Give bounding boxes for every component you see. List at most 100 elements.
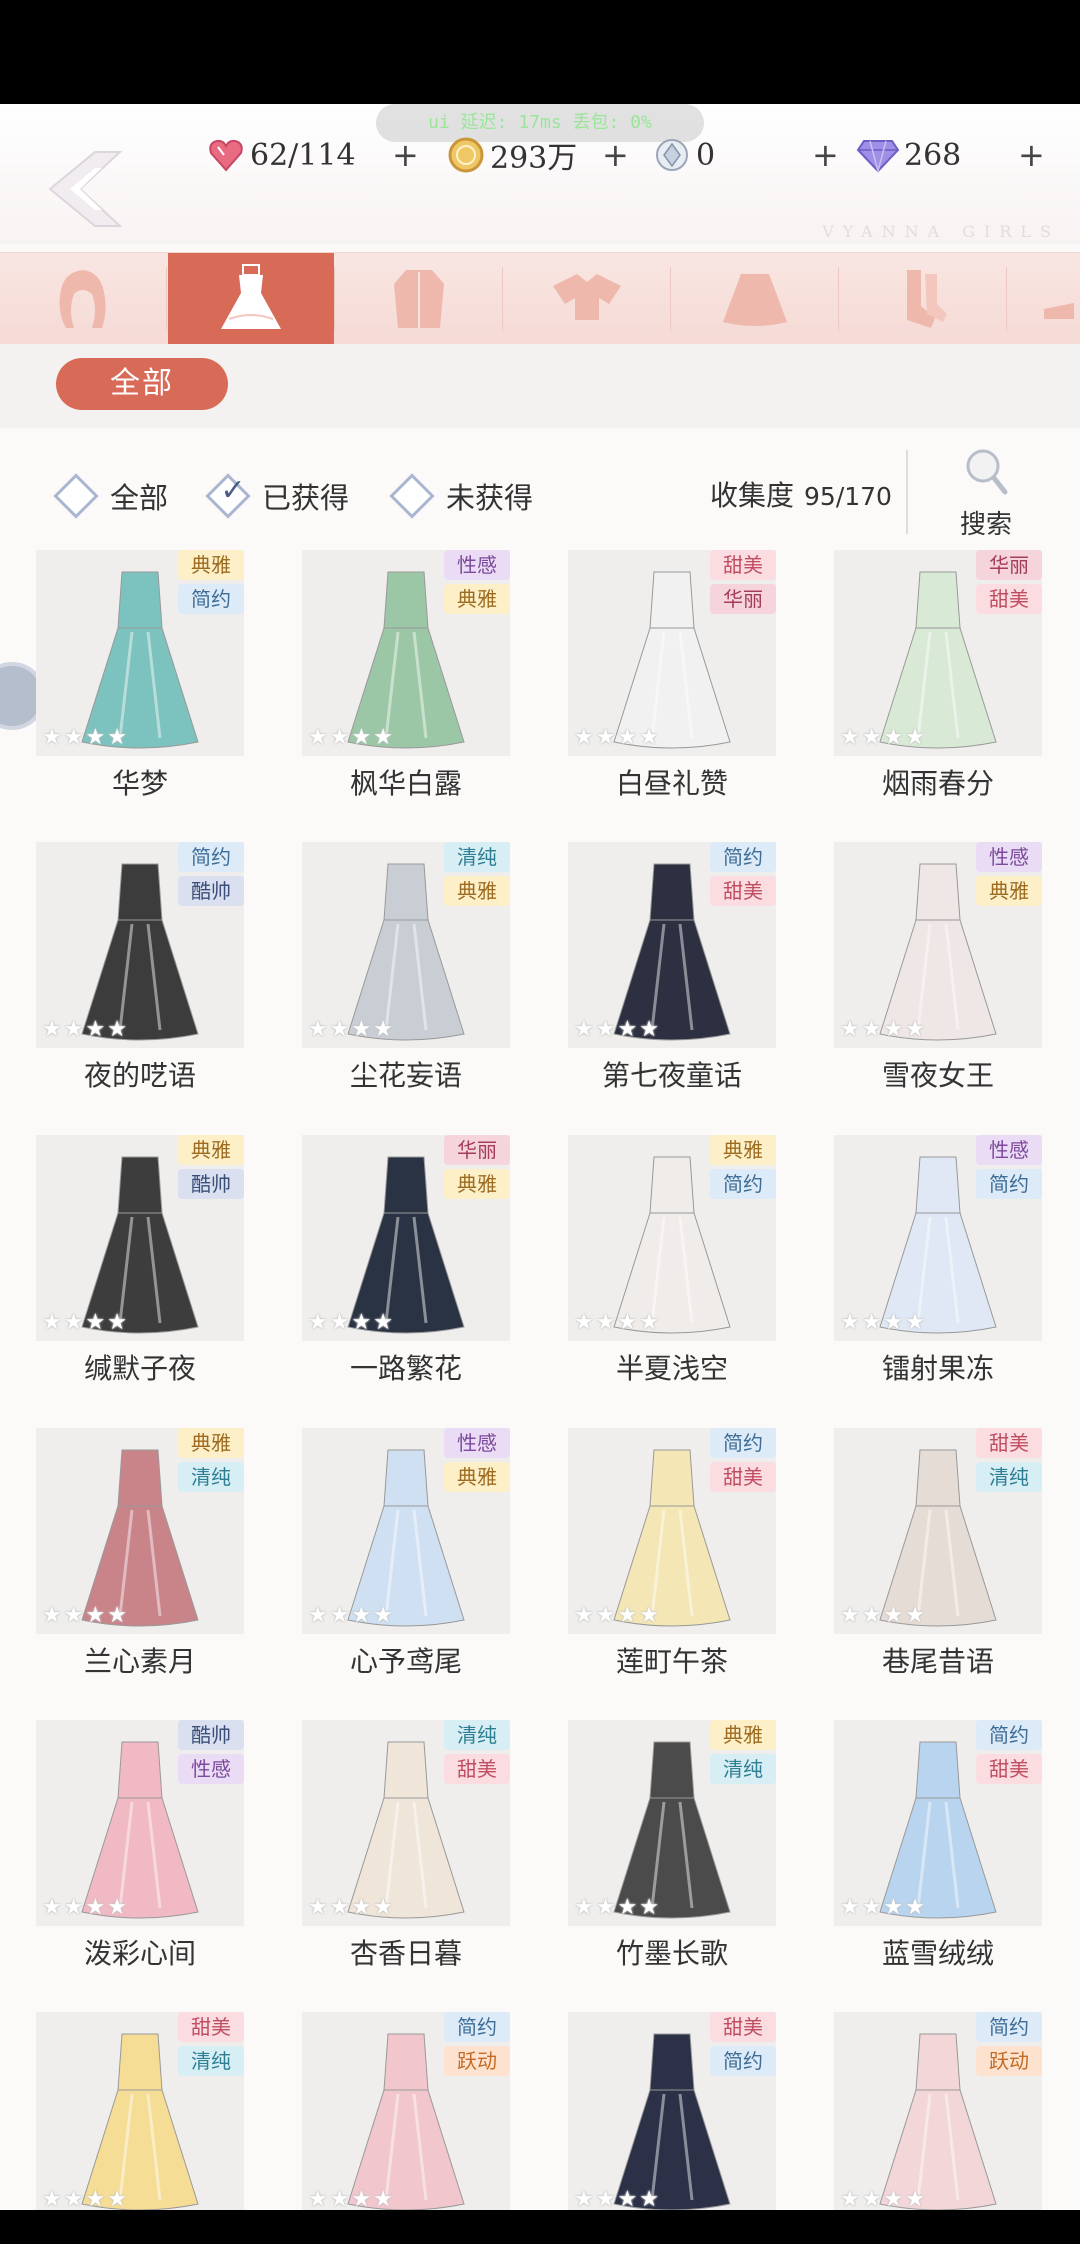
outfit-card[interactable]: 甜美 清纯 ★ ★ ★ ★	[36, 2012, 302, 2210]
star-icon: ★	[42, 725, 62, 750]
outfit-name: 第七夜童话	[601, 1059, 742, 1092]
filter-obtained[interactable]: ✓ 已获得	[205, 466, 349, 526]
search-button[interactable]: 搜索	[946, 444, 1026, 544]
star-icon: ★	[308, 2187, 328, 2210]
star-icon: ★	[329, 725, 350, 750]
coat-icon	[394, 270, 444, 328]
tab-socks[interactable]	[840, 253, 1006, 345]
outfit-thumbnail: 简约 酷帅 ★ ★ ★ ★	[36, 842, 244, 1048]
outfit-card[interactable]: 性感 典雅 ★ ★ ★ ★ 心予鸢尾	[302, 1428, 568, 1694]
heart-gem-icon	[209, 139, 243, 172]
radio-diamond-icon	[389, 473, 435, 519]
star-icon: ★	[373, 1603, 393, 1628]
star-icon: ★	[329, 2187, 350, 2210]
rarity-stars: ★ ★ ★ ★	[840, 1017, 927, 1042]
star-icon: ★	[595, 2187, 616, 2210]
outfit-card[interactable]: 甜美 清纯 ★ ★ ★ ★ 巷尾昔语	[834, 1428, 1080, 1694]
star-icon: ★	[617, 2187, 638, 2210]
style-tag: 典雅	[178, 1135, 244, 1165]
outfit-card[interactable]: 简约 甜美 ★ ★ ★ ★ 第七夜童话	[568, 842, 834, 1108]
star-icon: ★	[840, 1017, 860, 1042]
outfit-card[interactable]: 简约 甜美 ★ ★ ★ ★ 蓝雪绒绒	[834, 1720, 1080, 1986]
outfit-card[interactable]: 性感 典雅 ★ ★ ★ ★ 枫华白露	[302, 550, 568, 816]
style-tag: 甜美	[710, 876, 776, 906]
style-tag: 简约	[710, 2046, 776, 2076]
rarity-stars: ★ ★ ★ ★	[574, 1310, 661, 1335]
style-tag: 典雅	[710, 1135, 776, 1165]
style-tag: 甜美	[710, 550, 776, 580]
outfit-name: 蓝雪绒绒	[881, 1937, 994, 1970]
outfit-name: 一路繁花	[349, 1352, 462, 1385]
stamina-counter: 62/114	[206, 130, 356, 180]
outfit-card[interactable]: 典雅 简约 ★ ★ ★ ★ 华梦	[36, 550, 302, 816]
filter-unobtained[interactable]: 未获得	[389, 466, 533, 526]
dress-icon	[221, 264, 281, 329]
outfit-name: 雪夜女王	[881, 1059, 994, 1092]
skirt-icon	[723, 274, 787, 326]
outfit-card[interactable]: 简约 跃动 ★ ★ ★ ★	[834, 2012, 1080, 2210]
tab-shoes[interactable]	[1008, 253, 1080, 345]
star-icon: ★	[905, 2187, 925, 2210]
outfit-card[interactable]: 甜美 华丽 ★ ★ ★ ★ 白昼礼赞	[568, 550, 834, 816]
outfit-card[interactable]: 甜美 简约 ★ ★ ★ ★	[568, 2012, 834, 2210]
outfit-card[interactable]: 性感 典雅 ★ ★ ★ ★ 雪夜女王	[834, 842, 1080, 1108]
stamina-add-button[interactable]: +	[392, 130, 419, 180]
star-icon: ★	[905, 1017, 925, 1042]
star-icon: ★	[617, 1310, 638, 1335]
star-icon: ★	[329, 1017, 350, 1042]
checkmark-icon: ✓	[220, 472, 246, 508]
star-icon: ★	[595, 1017, 616, 1042]
outfit-card[interactable]: 简约 跃动 ★ ★ ★ ★	[302, 2012, 568, 2210]
star-icon: ★	[639, 1310, 659, 1335]
outfit-card[interactable]: 华丽 典雅 ★ ★ ★ ★ 一路繁花	[302, 1135, 568, 1401]
star-icon: ★	[373, 1895, 393, 1920]
star-icon: ★	[63, 1017, 84, 1042]
outfit-card[interactable]: 典雅 清纯 ★ ★ ★ ★ 兰心素月	[36, 1428, 302, 1694]
tab-skirt[interactable]	[672, 253, 838, 345]
gold-add-button[interactable]: +	[602, 130, 629, 180]
star-icon: ★	[861, 2187, 882, 2210]
outfit-card[interactable]: 清纯 甜美 ★ ★ ★ ★ 杏香日暮	[302, 1720, 568, 1986]
tab-coat[interactable]	[336, 253, 502, 345]
outfit-name: 夜的呓语	[83, 1059, 196, 1092]
star-icon: ★	[351, 1603, 372, 1628]
outfit-card[interactable]: 简约 甜美 ★ ★ ★ ★ 莲町午茶	[568, 1428, 834, 1694]
outfit-name: 心予鸢尾	[349, 1645, 462, 1678]
outfit-card[interactable]: 典雅 清纯 ★ ★ ★ ★ 竹墨长歌	[568, 1720, 834, 1986]
rarity-stars: ★ ★ ★ ★	[840, 1310, 927, 1335]
subcategory-all-button[interactable]: 全部	[56, 358, 228, 410]
star-icon: ★	[595, 725, 616, 750]
diamond-add-button[interactable]: +	[1018, 130, 1045, 180]
rarity-stars: ★ ★ ★ ★	[42, 1017, 129, 1042]
style-tag: 清纯	[444, 1720, 510, 1750]
outfit-card[interactable]: 华丽 甜美 ★ ★ ★ ★ 烟雨春分	[834, 550, 1080, 816]
filter-all[interactable]: 全部	[53, 466, 168, 526]
star-icon: ★	[85, 1895, 106, 1920]
tab-hair[interactable]	[0, 253, 166, 345]
style-tag: 典雅	[444, 1462, 510, 1492]
outfit-card[interactable]: 清纯 典雅 ★ ★ ★ ★ 尘花妄语	[302, 842, 568, 1108]
back-arrow-icon[interactable]	[40, 144, 130, 234]
style-tag: 清纯	[710, 1754, 776, 1784]
style-tag: 典雅	[178, 1428, 244, 1458]
star-icon: ★	[639, 2187, 659, 2210]
outfit-card[interactable]: 典雅 简约 ★ ★ ★ ★ 半夏浅空	[568, 1135, 834, 1401]
style-tag: 甜美	[710, 2012, 776, 2042]
outfit-card[interactable]: 简约 酷帅 ★ ★ ★ ★ 夜的呓语	[36, 842, 302, 1108]
crystal-value: 0	[696, 137, 716, 173]
star-icon: ★	[861, 1310, 882, 1335]
outfit-name: 杏香日暮	[349, 1937, 462, 1970]
tab-top[interactable]	[504, 253, 670, 345]
outfit-thumbnail: 性感 典雅 ★ ★ ★ ★	[302, 1428, 510, 1634]
outfit-thumbnail: 性感 典雅 ★ ★ ★ ★	[302, 550, 510, 756]
style-tag: 简约	[976, 1720, 1042, 1750]
outfit-card[interactable]: 典雅 酷帅 ★ ★ ★ ★ 缄默子夜	[36, 1135, 302, 1401]
tab-dress[interactable]	[168, 253, 334, 345]
outfit-card[interactable]: 酷帅 性感 ★ ★ ★ ★ 泼彩心间	[36, 1720, 302, 1986]
style-tag: 华丽	[444, 1135, 510, 1165]
star-icon: ★	[617, 1895, 638, 1920]
crystal-add-button[interactable]: +	[812, 130, 839, 180]
star-icon: ★	[42, 1310, 62, 1335]
outfit-card[interactable]: 性感 简约 ★ ★ ★ ★ 镭射果冻	[834, 1135, 1080, 1401]
outfit-name: 华梦	[111, 767, 168, 800]
